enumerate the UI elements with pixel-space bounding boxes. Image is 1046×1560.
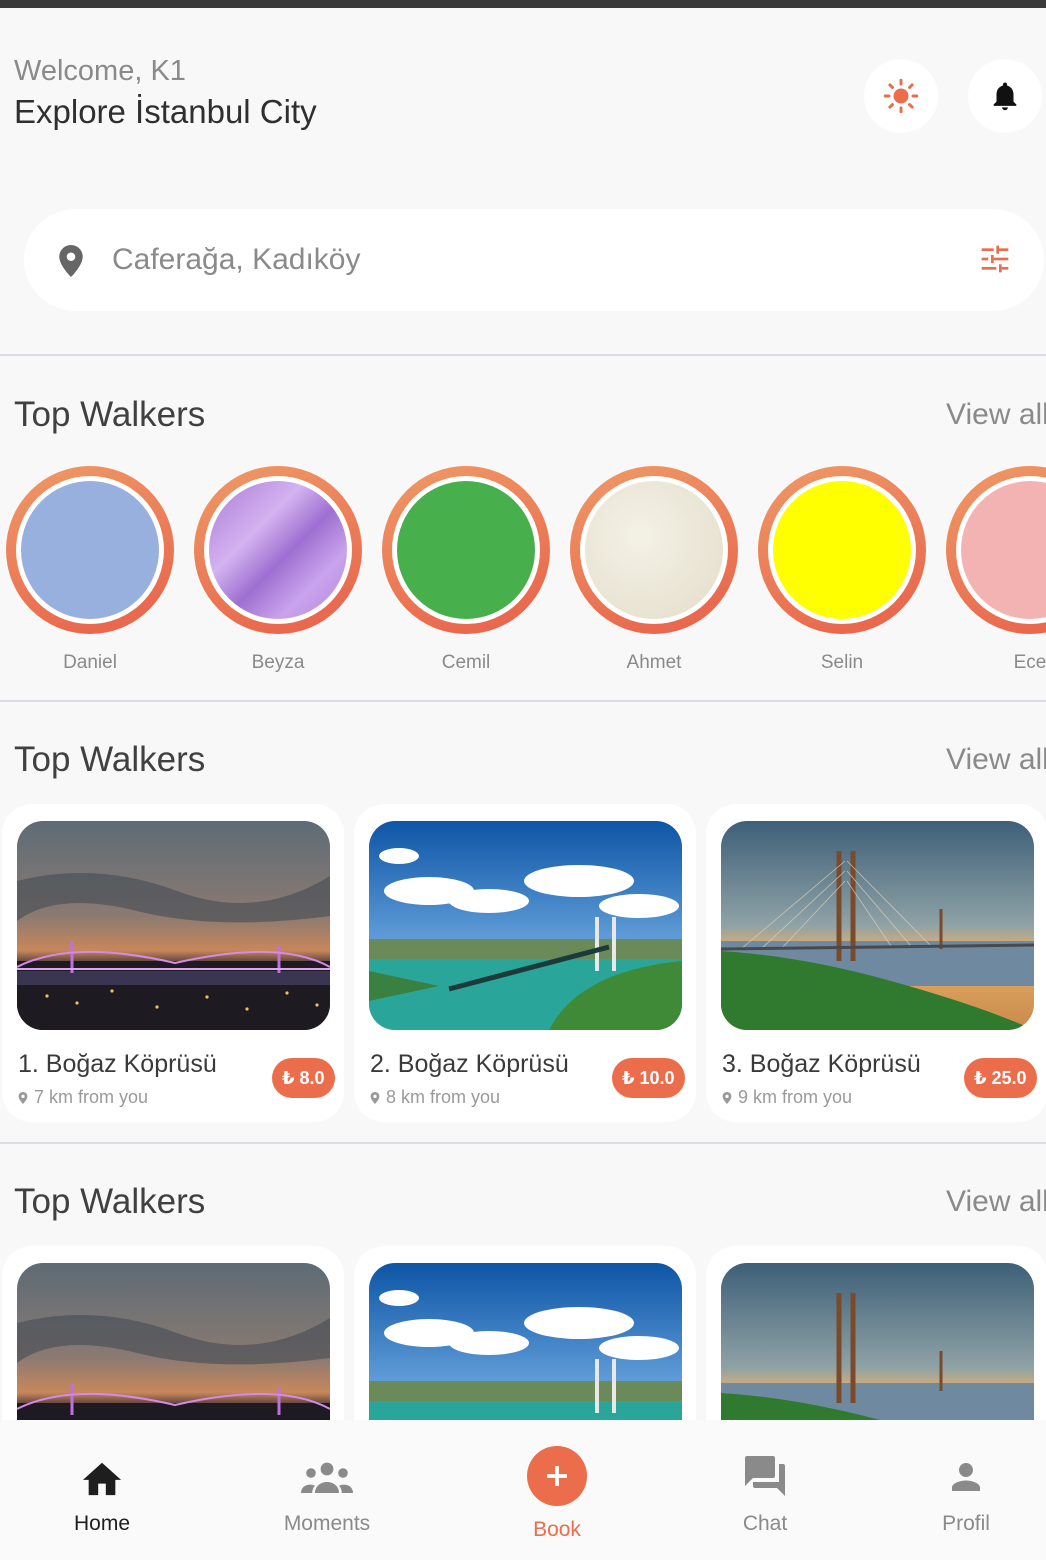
location-search-bar[interactable] — [24, 209, 1044, 311]
walker-avatar-ring — [382, 466, 550, 634]
view-all-link[interactable]: View all — [946, 738, 1046, 782]
nav-label: Home — [73, 1512, 131, 1535]
places-carousel[interactable] — [0, 1246, 1046, 1420]
walker-name: Ahmet — [626, 652, 682, 673]
bottom-navigation: Home Moments Book Chat Profil — [0, 1420, 1046, 1560]
place-card[interactable]: 2. Boğaz Köprüsü 8 km from you ₺ 10.0 — [354, 804, 696, 1122]
place-card[interactable] — [354, 1246, 696, 1420]
place-distance: 8 km from you — [370, 1087, 500, 1108]
map-pin-icon — [370, 1091, 380, 1104]
header: Welcome, K1 Explore İstanbul City — [14, 52, 317, 134]
chat-icon — [745, 1456, 785, 1496]
walker-item[interactable]: Selin — [758, 466, 926, 674]
notifications-button[interactable] — [968, 59, 1042, 133]
avatar — [21, 481, 159, 619]
nav-item-chat[interactable]: Chat — [685, 1420, 845, 1560]
home-icon — [82, 1462, 122, 1496]
person-icon — [952, 1463, 980, 1491]
sun-icon — [883, 78, 919, 114]
walker-avatar-ring — [6, 466, 174, 634]
place-image — [17, 821, 330, 1030]
place-image — [721, 1263, 1034, 1420]
walkers-carousel[interactable]: Daniel Beyza Cemil Ahmet Selin Ece — [0, 466, 1046, 681]
place-card[interactable] — [706, 1246, 1046, 1420]
nav-item-moments[interactable]: Moments — [247, 1420, 407, 1560]
nav-item-book[interactable]: Book — [477, 1420, 637, 1560]
place-distance-text: 7 km from you — [34, 1087, 149, 1107]
walker-name: Beyza — [251, 652, 305, 673]
price-badge: ₺ 10.0 — [612, 1058, 685, 1098]
place-name: 2. Boğaz Köprüsü — [370, 1050, 569, 1078]
walker-avatar-ring — [194, 466, 362, 634]
page-title: Explore İstanbul City — [14, 93, 317, 130]
place-distance: 7 km from you — [18, 1087, 148, 1108]
walker-name: Ece — [1013, 652, 1046, 673]
sliders-icon[interactable] — [978, 243, 1012, 275]
nav-item-home[interactable]: Home — [22, 1420, 182, 1560]
walker-name: Selin — [820, 652, 864, 673]
map-pin-icon — [59, 245, 83, 277]
section-divider — [0, 354, 1046, 356]
nav-item-profile[interactable]: Profil — [886, 1420, 1046, 1560]
walker-item[interactable]: Beyza — [194, 466, 362, 674]
view-all-link[interactable]: View all — [946, 393, 1046, 437]
place-name: 1. Boğaz Köprüsü — [18, 1050, 217, 1078]
walker-item[interactable]: Cemil — [382, 466, 550, 674]
map-pin-icon — [722, 1091, 732, 1104]
bell-icon — [993, 82, 1017, 111]
place-distance: 9 km from you — [722, 1087, 852, 1108]
place-image — [17, 1263, 330, 1420]
place-distance-text: 8 km from you — [386, 1087, 501, 1107]
walker-avatar-ring — [570, 466, 738, 634]
walker-item[interactable]: Daniel — [6, 466, 174, 674]
walker-avatar-ring — [758, 466, 926, 634]
section-title-walkers: Top Walkers — [14, 395, 206, 434]
nav-label: Profil — [942, 1512, 990, 1535]
status-bar — [0, 0, 1046, 8]
nav-label: Book — [533, 1518, 581, 1541]
place-card[interactable] — [2, 1246, 344, 1420]
place-distance-text: 9 km from you — [738, 1087, 853, 1107]
avatar — [773, 481, 911, 619]
welcome-text: Welcome, K1 — [14, 55, 186, 87]
section-divider — [0, 700, 1046, 702]
avatar — [961, 481, 1046, 619]
place-image — [721, 821, 1034, 1030]
price-badge: ₺ 25.0 — [964, 1058, 1037, 1098]
avatar — [397, 481, 535, 619]
places-carousel[interactable]: 1. Boğaz Köprüsü 7 km from you ₺ 8.0 2. … — [0, 804, 1046, 1124]
place-image — [369, 1263, 682, 1420]
walker-item[interactable]: Ece — [946, 466, 1046, 674]
section-title-places: Top Walkers — [14, 740, 206, 779]
place-card[interactable]: 1. Boğaz Köprüsü 7 km from you ₺ 8.0 — [2, 804, 344, 1122]
section-divider — [0, 1142, 1046, 1144]
map-pin-icon — [18, 1091, 28, 1104]
nav-label: Moments — [283, 1512, 371, 1535]
walker-item[interactable]: Ahmet — [570, 466, 738, 674]
book-button[interactable] — [527, 1446, 587, 1506]
plus-icon — [547, 1466, 567, 1486]
walker-name: Cemil — [441, 652, 491, 673]
nav-label: Chat — [742, 1512, 788, 1535]
place-card[interactable]: 3. Boğaz Köprüsü 9 km from you ₺ 25.0 — [706, 804, 1046, 1122]
walker-avatar-ring — [946, 466, 1046, 634]
place-image — [369, 821, 682, 1030]
price-badge: ₺ 8.0 — [272, 1058, 335, 1098]
place-name: 3. Boğaz Köprüsü — [722, 1050, 921, 1078]
view-all-link[interactable]: View all — [946, 1180, 1046, 1224]
avatar — [209, 481, 347, 619]
theme-toggle-button[interactable] — [864, 59, 938, 133]
section-title-places: Top Walkers — [14, 1182, 206, 1221]
avatar — [585, 481, 723, 619]
walker-name: Daniel — [63, 652, 117, 673]
group-icon — [301, 1462, 353, 1493]
location-input[interactable] — [112, 235, 932, 285]
